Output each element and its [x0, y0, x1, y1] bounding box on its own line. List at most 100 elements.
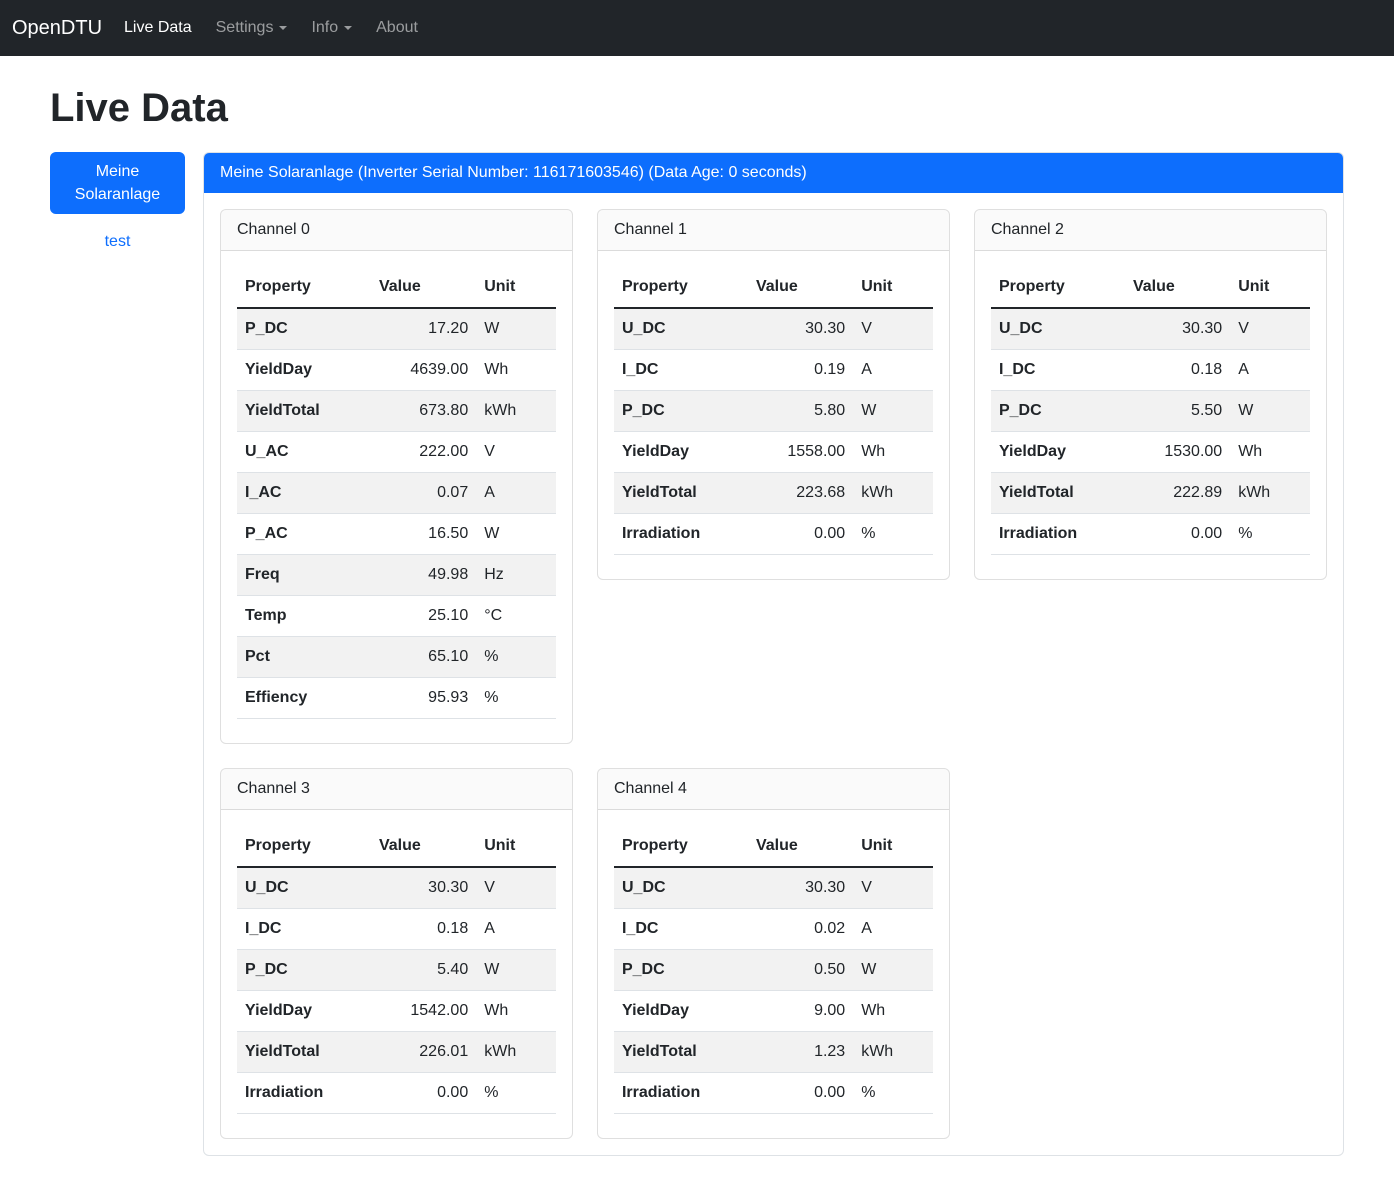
table-row: P_AC16.50W: [237, 514, 556, 555]
column-header-property: Property: [237, 267, 371, 308]
property-cell: U_DC: [614, 308, 748, 350]
value-cell: 0.50: [748, 950, 853, 991]
channel-body: Property Value Unit U_DC30.30VI_DC0.02AP…: [598, 810, 949, 1138]
value-cell: 65.10: [371, 637, 476, 678]
value-cell: 0.00: [371, 1073, 476, 1114]
unit-cell: %: [853, 1073, 933, 1114]
table-body: P_DC17.20WYieldDay4639.00WhYieldTotal673…: [237, 308, 556, 719]
table-row: Irradiation0.00%: [614, 514, 933, 555]
navbar: OpenDTU Live Data Settings Info About: [0, 0, 1394, 56]
value-cell: 5.80: [748, 391, 853, 432]
table-body: U_DC30.30VI_DC0.18AP_DC5.40WYieldDay1542…: [237, 867, 556, 1114]
unit-cell: kWh: [476, 391, 556, 432]
channel-card: Channel 2 Property Value Unit U_DC30.30V…: [974, 209, 1327, 580]
property-cell: YieldTotal: [237, 1032, 371, 1073]
unit-cell: %: [853, 514, 933, 555]
property-cell: P_DC: [237, 950, 371, 991]
test-link[interactable]: test: [50, 230, 185, 254]
nav-item-info[interactable]: Info: [303, 8, 360, 48]
unit-cell: W: [853, 391, 933, 432]
value-cell: 25.10: [371, 596, 476, 637]
unit-cell: %: [476, 678, 556, 719]
table-row: P_DC5.50W: [991, 391, 1310, 432]
nav-item-live-data[interactable]: Live Data: [116, 8, 200, 48]
table-header-row: Property Value Unit: [237, 826, 556, 867]
property-cell: Pct: [237, 637, 371, 678]
content-layout: Meine Solaranlage test Meine Solaranlage…: [50, 152, 1344, 1196]
value-cell: 1530.00: [1125, 432, 1230, 473]
table-header-row: Property Value Unit: [991, 267, 1310, 308]
table-row: P_DC5.40W: [237, 950, 556, 991]
channel-title: Channel 1: [598, 210, 949, 251]
table-row: P_DC5.80W: [614, 391, 933, 432]
table-row: YieldDay1530.00Wh: [991, 432, 1310, 473]
property-cell: YieldDay: [991, 432, 1125, 473]
channel-card: Channel 0 Property Value Unit P_DC17.20W…: [220, 209, 573, 744]
table-row: I_DC0.19A: [614, 350, 933, 391]
unit-cell: W: [1230, 391, 1310, 432]
property-cell: Irradiation: [614, 1073, 748, 1114]
column-header-property: Property: [614, 267, 748, 308]
sidebar: Meine Solaranlage test: [50, 152, 185, 254]
table-row: U_AC222.00V: [237, 432, 556, 473]
table-row: Freq49.98Hz: [237, 555, 556, 596]
table-body: U_DC30.30VI_DC0.02AP_DC0.50WYieldDay9.00…: [614, 867, 933, 1114]
property-cell: P_DC: [614, 950, 748, 991]
column-header-value: Value: [371, 826, 476, 867]
table-row: I_AC0.07A: [237, 473, 556, 514]
table-row: YieldTotal1.23kWh: [614, 1032, 933, 1073]
table-row: I_DC0.18A: [237, 909, 556, 950]
unit-cell: W: [476, 308, 556, 350]
nav-item-about[interactable]: About: [368, 8, 426, 48]
column-header-unit: Unit: [853, 826, 933, 867]
column-header-property: Property: [614, 826, 748, 867]
column-header-unit: Unit: [853, 267, 933, 308]
property-cell: I_DC: [237, 909, 371, 950]
column-header-value: Value: [748, 267, 853, 308]
property-cell: U_AC: [237, 432, 371, 473]
column-header-value: Value: [1125, 267, 1230, 308]
table-row: YieldDay1558.00Wh: [614, 432, 933, 473]
value-cell: 0.07: [371, 473, 476, 514]
property-cell: Effiency: [237, 678, 371, 719]
unit-cell: V: [853, 308, 933, 350]
value-cell: 49.98: [371, 555, 476, 596]
channel-card: Channel 1 Property Value Unit U_DC30.30V…: [597, 209, 950, 580]
unit-cell: Wh: [476, 991, 556, 1032]
value-cell: 30.30: [1125, 308, 1230, 350]
unit-cell: Wh: [853, 432, 933, 473]
property-cell: YieldTotal: [614, 1032, 748, 1073]
table-row: U_DC30.30V: [237, 867, 556, 909]
navbar-brand[interactable]: OpenDTU: [12, 13, 102, 43]
inverter-select-button[interactable]: Meine Solaranlage: [50, 152, 185, 214]
unit-cell: kWh: [1230, 473, 1310, 514]
channel-body: Property Value Unit U_DC30.30VI_DC0.19AP…: [598, 251, 949, 579]
table-header-row: Property Value Unit: [237, 267, 556, 308]
unit-cell: A: [853, 909, 933, 950]
chevron-down-icon: [344, 26, 352, 30]
value-cell: 223.68: [748, 473, 853, 514]
value-cell: 0.02: [748, 909, 853, 950]
unit-cell: Wh: [1230, 432, 1310, 473]
value-cell: 1542.00: [371, 991, 476, 1032]
value-cell: 673.80: [371, 391, 476, 432]
property-cell: I_AC: [237, 473, 371, 514]
value-cell: 0.18: [371, 909, 476, 950]
property-cell: YieldDay: [237, 350, 371, 391]
chevron-down-icon: [279, 26, 287, 30]
value-cell: 95.93: [371, 678, 476, 719]
property-cell: U_DC: [237, 867, 371, 909]
nav-item-settings[interactable]: Settings: [208, 8, 296, 48]
property-cell: Irradiation: [237, 1073, 371, 1114]
value-cell: 0.18: [1125, 350, 1230, 391]
value-cell: 0.00: [748, 514, 853, 555]
property-cell: Freq: [237, 555, 371, 596]
page-title: Live Data: [50, 78, 1344, 138]
channel-table: Property Value Unit U_DC30.30VI_DC0.19AP…: [614, 267, 933, 555]
value-cell: 30.30: [748, 308, 853, 350]
channels-grid: Channel 0 Property Value Unit P_DC17.20W…: [220, 209, 1327, 1139]
value-cell: 1558.00: [748, 432, 853, 473]
column-header-value: Value: [371, 267, 476, 308]
unit-cell: V: [476, 432, 556, 473]
column-header-value: Value: [748, 826, 853, 867]
